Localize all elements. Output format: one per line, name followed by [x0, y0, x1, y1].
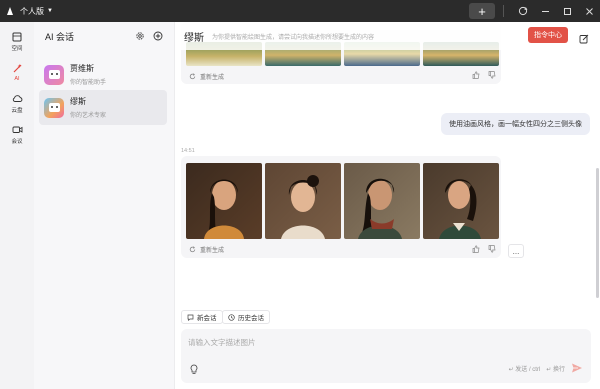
- conversation-item-muse[interactable]: 缪斯 你的艺术专家: [39, 90, 167, 125]
- rail-item-cloud[interactable]: 云盘: [0, 88, 34, 119]
- send-icon[interactable]: [570, 361, 583, 374]
- chat-area: 重新生成 缪斯 为你提供智能绘图生成，请尝试向我描述你所想要生成的内容 指令中心…: [175, 22, 600, 389]
- divider: [503, 5, 504, 17]
- user-message: 使用油画风格，画一幅女性四分之三侧头像: [441, 113, 590, 135]
- conversation-item-jarvis[interactable]: 贾维斯 你的智能助手: [39, 57, 167, 92]
- conversation-subtitle: 你的艺术专家: [70, 113, 107, 119]
- regenerate-label: 重新生成: [200, 248, 225, 254]
- thumbs-down-icon[interactable]: [488, 71, 496, 79]
- refresh-icon: [189, 73, 196, 80]
- history-button[interactable]: 历史会话: [222, 310, 270, 324]
- chat-description: 为你提供智能绘图生成，请尝试向我描述你所想要生成的内容: [212, 34, 375, 41]
- conversation-name: 贾维斯: [70, 64, 94, 73]
- thumbs-up-icon[interactable]: [472, 245, 480, 253]
- regenerate-label: 重新生成: [200, 75, 225, 81]
- meeting-icon: [12, 124, 23, 135]
- thumbs-down-icon[interactable]: [488, 245, 496, 253]
- rail-label: 云盘: [11, 108, 23, 114]
- cloud-icon: [12, 93, 23, 104]
- new-chat-label: 新会话: [197, 315, 217, 322]
- image-row-portraits: [186, 163, 499, 239]
- generated-image[interactable]: [265, 163, 341, 239]
- conversation-panel: AI 会话 贾维斯 你的智能助手 缪斯 你的艺术专家: [34, 22, 175, 389]
- new-tab-button[interactable]: +: [469, 3, 495, 19]
- conversation-subtitle: 你的智能助手: [70, 80, 107, 86]
- more-options-button[interactable]: ...: [508, 244, 524, 258]
- ai-icon: [12, 63, 23, 74]
- history-label: 历史会话: [238, 315, 264, 322]
- add-conversation-icon[interactable]: [153, 31, 163, 41]
- app-logo-icon: [6, 6, 14, 16]
- scrollbar-thumb[interactable]: [596, 168, 599, 298]
- send-hint: ↵ 发送 / ctrl: [508, 367, 541, 373]
- minimize-icon[interactable]: [534, 0, 556, 22]
- app-window: 个人版 ▼ + 空间 AI 云盘 会议 AI 会话 贾维斯 你的智能助手 缪斯 …: [0, 0, 600, 389]
- avatar: [44, 64, 64, 85]
- message-composer: ↵ 发送 / ctrl ↵ 换行: [181, 329, 591, 383]
- close-icon[interactable]: [578, 0, 600, 22]
- avatar: [44, 97, 64, 118]
- command-center-button[interactable]: 指令中心: [528, 27, 568, 43]
- regenerate-button[interactable]: 重新生成: [189, 72, 224, 81]
- workspace-switcher[interactable]: 个人版 ▼: [20, 6, 53, 17]
- panel-title: AI 会话: [45, 31, 75, 42]
- space-icon: [12, 31, 23, 42]
- rail-label: 空间: [11, 46, 23, 52]
- refresh-icon: [189, 246, 196, 253]
- rail-item-ai[interactable]: AI: [0, 57, 34, 88]
- generated-image[interactable]: [186, 163, 262, 239]
- panel-header: AI 会话: [34, 22, 174, 50]
- workspace-label: 个人版: [20, 6, 44, 16]
- conversation-name: 缪斯: [70, 97, 86, 106]
- lightbulb-icon[interactable]: [189, 363, 199, 375]
- generated-image[interactable]: [423, 163, 499, 239]
- prompt-input[interactable]: [188, 338, 488, 347]
- thumbs-up-icon[interactable]: [472, 71, 480, 79]
- window-controls: +: [469, 0, 600, 22]
- nav-rail: 空间 AI 云盘 会议: [0, 22, 34, 389]
- sync-icon[interactable]: [512, 0, 534, 22]
- rail-label: AI: [14, 76, 20, 82]
- newline-hint: ↵ 换行: [546, 367, 565, 373]
- rail-label: 会议: [11, 139, 23, 145]
- rail-item-space[interactable]: 空间: [0, 26, 34, 57]
- title-bar: 个人版 ▼ +: [0, 0, 600, 22]
- chat-title: 缪斯: [184, 32, 204, 44]
- chat-bubble-icon: [187, 314, 194, 321]
- clock-icon: [228, 313, 235, 321]
- message-timestamp: 14:51: [181, 148, 195, 154]
- caret-down-icon: ▼: [47, 8, 53, 14]
- maximize-icon[interactable]: [556, 0, 578, 22]
- shortcut-hint: ↵ 发送 / ctrl ↵ 换行: [509, 364, 565, 373]
- regenerate-button[interactable]: 重新生成: [189, 245, 224, 254]
- chat-scrollbar[interactable]: [596, 50, 599, 320]
- edit-icon[interactable]: [579, 31, 589, 44]
- new-chat-button[interactable]: 新会话: [181, 310, 223, 324]
- rail-item-meeting[interactable]: 会议: [0, 119, 34, 150]
- generated-image[interactable]: [344, 163, 420, 239]
- ai-message-portraits: 重新生成: [181, 156, 501, 258]
- settings-gear-icon[interactable]: [135, 31, 145, 41]
